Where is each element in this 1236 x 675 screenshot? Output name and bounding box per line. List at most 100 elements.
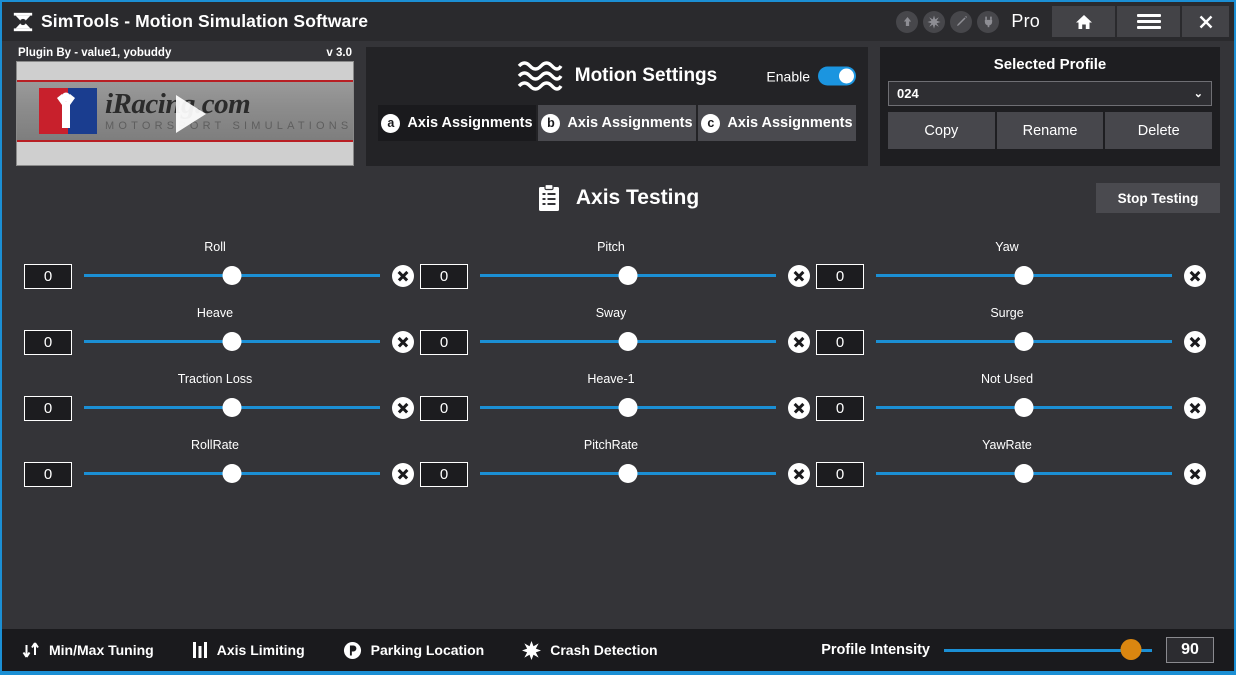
axis-label: Heave [62,306,368,320]
axis-slider[interactable] [84,395,380,421]
axis-slider-thumb[interactable] [223,332,242,351]
intensity-thumb[interactable] [1121,639,1142,660]
axis-slider-thumb[interactable] [1015,266,1034,285]
axis-value-field[interactable]: 0 [24,396,72,421]
axis-slider[interactable] [480,395,776,421]
rename-profile-button[interactable]: Rename [997,112,1104,149]
axis-slider-thumb[interactable] [223,398,242,417]
profile-selected-value: 024 [897,86,919,101]
profile-intensity-label: Profile Intensity [821,642,930,658]
axis-value-field[interactable]: 0 [816,330,864,355]
tab-axis-assignments-b[interactable]: b Axis Assignments [538,105,696,141]
titlebar-right-group: Pro [896,2,1234,41]
axis-reset-close-icon[interactable] [1184,463,1206,485]
axis-slider-thumb[interactable] [223,464,242,483]
axis-slider-thumb[interactable] [1015,398,1034,417]
axis-slider-thumb[interactable] [1015,464,1034,483]
axis-reset-close-icon[interactable] [392,463,414,485]
axis-reset-close-icon[interactable] [392,331,414,353]
axis-reset-close-icon[interactable] [788,331,810,353]
axis-slider[interactable] [84,263,380,289]
axis-slider[interactable] [480,263,776,289]
tab-label-c: Axis Assignments [727,115,852,131]
delete-profile-button[interactable]: Delete [1105,112,1212,149]
axis-reset-close-icon[interactable] [788,397,810,419]
power-plug-icon[interactable] [977,11,999,33]
home-button[interactable] [1052,6,1115,37]
axis-slider[interactable] [84,461,380,487]
tab-axis-assignments-a[interactable]: a Axis Assignments [378,105,536,141]
plugin-video-thumbnail[interactable]: iRacing.com MOTORSPORT SIMULATIONS [16,61,354,166]
play-triangle-icon[interactable] [176,95,206,133]
axis-value-field[interactable]: 0 [24,330,72,355]
axis-slider-thumb[interactable] [619,266,638,285]
pencil-edit-icon[interactable] [950,11,972,33]
selected-profile-panel: Selected Profile 024 ⌄ Copy Rename Delet… [880,47,1220,166]
axis-label: Pitch [458,240,764,254]
axis-slider-cell: Not Used0 [816,381,1212,425]
close-button[interactable] [1182,6,1229,37]
axis-value-field[interactable]: 0 [24,264,72,289]
titlebar-icon-group [896,11,999,33]
axis-slider-cell: Pitch0 [420,249,816,293]
wave-lines-icon [517,59,563,93]
copy-profile-button[interactable]: Copy [888,112,995,149]
axis-slider-thumb[interactable] [619,398,638,417]
axis-reset-close-icon[interactable] [1184,397,1206,419]
profile-intensity-slider[interactable] [944,639,1152,661]
nav-crash-detection[interactable]: Crash Detection [522,641,657,660]
nav-parking-location[interactable]: Parking Location [343,641,485,660]
menu-button[interactable] [1117,6,1180,37]
axis-slider[interactable] [876,395,1172,421]
axis-reset-close-icon[interactable] [788,463,810,485]
enable-toggle[interactable] [818,67,856,86]
axis-label: Traction Loss [62,372,368,386]
axis-value-field[interactable]: 0 [816,396,864,421]
axis-slider[interactable] [876,263,1172,289]
starburst-icon[interactable] [923,11,945,33]
axis-value-field[interactable]: 0 [420,462,468,487]
axis-slider[interactable] [480,461,776,487]
selected-profile-title: Selected Profile [888,53,1212,81]
axis-reset-close-icon[interactable] [392,397,414,419]
axis-slider-thumb[interactable] [1015,332,1034,351]
nav-min-max-tuning[interactable]: Min/Max Tuning [22,641,154,659]
axis-slider-thumb[interactable] [223,266,242,285]
upload-arrow-icon[interactable] [896,11,918,33]
axis-slider-cell: RollRate0 [24,447,420,491]
axis-slider[interactable] [876,329,1172,355]
iracing-title: iRacing.com [105,90,352,119]
axis-value-field[interactable]: 0 [816,462,864,487]
axis-value-field[interactable]: 0 [420,396,468,421]
axis-slider[interactable] [876,461,1172,487]
enable-label: Enable [766,68,810,84]
axis-reset-close-icon[interactable] [392,265,414,287]
axis-slider[interactable] [84,329,380,355]
nav-label-axis-limiting: Axis Limiting [217,642,305,658]
axis-slider-row: 0 [420,329,816,355]
bottom-toolbar: Min/Max Tuning Axis Limiting Parking Loc… [2,629,1234,673]
nav-axis-limiting[interactable]: Axis Limiting [192,641,305,659]
axis-reset-close-icon[interactable] [1184,265,1206,287]
axis-slider-row: 0 [420,395,816,421]
stop-testing-button[interactable]: Stop Testing [1096,183,1220,213]
axis-slider-cell: YawRate0 [816,447,1212,491]
tab-badge-c: c [701,114,720,133]
axis-value-field[interactable]: 0 [816,264,864,289]
clipboard-icon [537,184,561,212]
axis-label: Heave-1 [458,372,764,386]
chevron-down-icon: ⌄ [1194,87,1203,100]
axis-value-field[interactable]: 0 [24,462,72,487]
axis-slider[interactable] [480,329,776,355]
axis-value-field[interactable]: 0 [420,330,468,355]
tab-axis-assignments-c[interactable]: c Axis Assignments [698,105,856,141]
axis-reset-close-icon[interactable] [1184,331,1206,353]
axis-slider-cell: Roll0 [24,249,420,293]
profile-intensity-value: 90 [1166,637,1214,663]
axis-reset-close-icon[interactable] [788,265,810,287]
axis-slider-thumb[interactable] [619,332,638,351]
axis-slider-thumb[interactable] [619,464,638,483]
axis-slider-cell: Sway0 [420,315,816,359]
axis-value-field[interactable]: 0 [420,264,468,289]
profile-dropdown[interactable]: 024 ⌄ [888,81,1212,106]
